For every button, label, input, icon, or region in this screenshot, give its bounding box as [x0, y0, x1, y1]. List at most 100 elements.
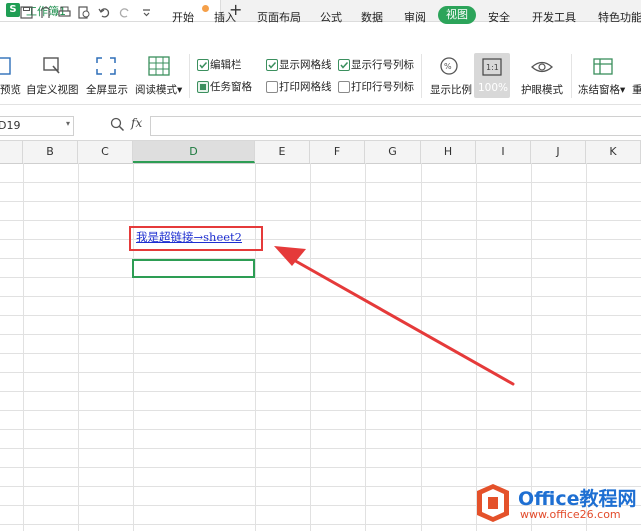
column-header-h[interactable]: H: [421, 141, 476, 163]
insert-function-button[interactable]: fx: [131, 116, 142, 130]
grid-row-line: [0, 372, 641, 373]
grid-row-line: [0, 277, 641, 278]
watermark-site-name: Office教程网: [518, 488, 637, 510]
grid-row-line: [0, 353, 641, 354]
cut-off-ribbon-label[interactable]: 重: [632, 82, 641, 97]
grid-row-line: [0, 296, 641, 297]
grid-row-line: [0, 315, 641, 316]
grid-row-line: [0, 391, 641, 392]
selected-cell[interactable]: [132, 259, 255, 278]
freeze-panes-button[interactable]: 冻结窗格▾: [578, 82, 625, 97]
menu-review[interactable]: 审阅: [404, 9, 426, 25]
freeze-panes-icon[interactable]: [592, 56, 614, 76]
task-pane-label: 任务窗格: [210, 81, 252, 93]
menu-data[interactable]: 数据: [361, 9, 383, 25]
grid-column-line: [78, 163, 79, 531]
grid-row-line: [0, 334, 641, 335]
custom-view-button[interactable]: 自定义视图: [26, 82, 79, 97]
formula-bar-checkbox-label: 编辑栏: [210, 59, 242, 71]
zoom-button[interactable]: 显示比例: [430, 82, 472, 97]
task-pane-checkbox[interactable]: [197, 81, 209, 93]
zoom-100-label: 100%: [478, 82, 509, 94]
reading-mode-caret: ▾: [177, 84, 183, 96]
menu-view[interactable]: 视图: [438, 6, 476, 24]
custom-view-icon[interactable]: [41, 56, 63, 76]
grid-column-line: [531, 163, 532, 531]
grid-row-line: [0, 429, 641, 430]
grid-row-line: [0, 448, 641, 449]
fullscreen-button[interactable]: 全屏显示: [86, 82, 128, 97]
column-header-b[interactable]: B: [23, 141, 78, 163]
ribbon-divider: [571, 54, 572, 98]
reading-mode-icon[interactable]: [148, 56, 170, 76]
print-gridlines-checkbox[interactable]: [266, 81, 278, 93]
column-header-c[interactable]: C: [78, 141, 133, 163]
menu-bar: [0, 22, 641, 48]
undo-icon[interactable]: [98, 6, 111, 19]
grid-column-line: [255, 163, 256, 531]
search-function-icon[interactable]: [110, 117, 125, 132]
grid-row-line: [0, 220, 641, 221]
menu-formulas[interactable]: 公式: [320, 9, 342, 25]
print-gridlines-label: 打印网格线: [279, 81, 332, 93]
grid-column-line: [476, 163, 477, 531]
column-header-k[interactable]: K: [586, 141, 641, 163]
office-logo-icon: [477, 484, 509, 522]
grid-column-line: [586, 163, 587, 531]
formula-bar-checkbox[interactable]: [197, 59, 209, 71]
show-headings-checkbox[interactable]: [338, 59, 350, 71]
preview-icon[interactable]: [0, 56, 16, 76]
grid-row-line: [0, 239, 641, 240]
chevron-down-icon[interactable]: ▾: [66, 119, 70, 128]
show-headings-label: 显示行号列标: [351, 59, 414, 71]
fullscreen-icon[interactable]: [95, 56, 117, 76]
print-headings-label: 打印行号列标: [351, 81, 414, 93]
reading-mode-button[interactable]: 阅读模式▾: [135, 82, 182, 97]
grid-row-line: [0, 258, 641, 259]
unsaved-dot-icon: [202, 5, 209, 12]
freeze-panes-caret: ▾: [620, 84, 626, 96]
zoom-icon[interactable]: %: [439, 56, 461, 76]
reading-mode-label: 阅读模式: [135, 84, 177, 96]
show-gridlines-checkbox[interactable]: [266, 59, 278, 71]
formula-input[interactable]: [150, 116, 641, 136]
print-headings-checkbox[interactable]: [338, 81, 350, 93]
zoom-100-icon: 1:1: [482, 58, 502, 76]
redo-icon[interactable]: [118, 6, 131, 19]
grid-column-line: [365, 163, 366, 531]
save-icon[interactable]: [20, 6, 33, 19]
grid-column-line: [310, 163, 311, 531]
grid-row-line: [0, 182, 641, 183]
grid-row-line: [0, 410, 641, 411]
menu-home[interactable]: 开始: [172, 9, 194, 25]
show-gridlines-label: 显示网格线: [279, 59, 332, 71]
spreadsheet-app-icon: S: [6, 3, 20, 17]
eye-protection-icon[interactable]: [531, 56, 553, 76]
eye-protection-button[interactable]: 护眼模式: [521, 82, 563, 97]
preview-button[interactable]: 预览: [0, 82, 21, 97]
menu-features[interactable]: 特色功能: [598, 9, 641, 25]
select-all-corner[interactable]: [0, 141, 23, 163]
worksheet-grid[interactable]: [0, 163, 641, 531]
column-header-e[interactable]: E: [255, 141, 310, 163]
name-box-value: D19: [0, 119, 21, 132]
grid-row-line: [0, 201, 641, 202]
quick-access-dropdown-icon[interactable]: [140, 6, 153, 19]
column-header-f[interactable]: F: [310, 141, 365, 163]
column-header-j[interactable]: J: [531, 141, 586, 163]
grid-column-line: [133, 163, 134, 531]
menu-security[interactable]: 安全: [488, 9, 510, 25]
menu-insert[interactable]: 插入: [214, 9, 236, 25]
print-preview-icon[interactable]: [78, 6, 91, 19]
print-icon[interactable]: [58, 6, 71, 19]
name-box[interactable]: D19 ▾: [0, 116, 74, 136]
menu-developer[interactable]: 开发工具: [532, 9, 576, 25]
export-icon[interactable]: [39, 6, 52, 19]
svg-text:%: %: [444, 62, 452, 71]
column-header-i[interactable]: I: [476, 141, 531, 163]
column-header-d[interactable]: D: [133, 141, 255, 163]
svg-text:1:1: 1:1: [486, 63, 499, 72]
column-header-g[interactable]: G: [365, 141, 421, 163]
grid-row-line: [0, 467, 641, 468]
menu-page-layout[interactable]: 页面布局: [257, 9, 301, 25]
